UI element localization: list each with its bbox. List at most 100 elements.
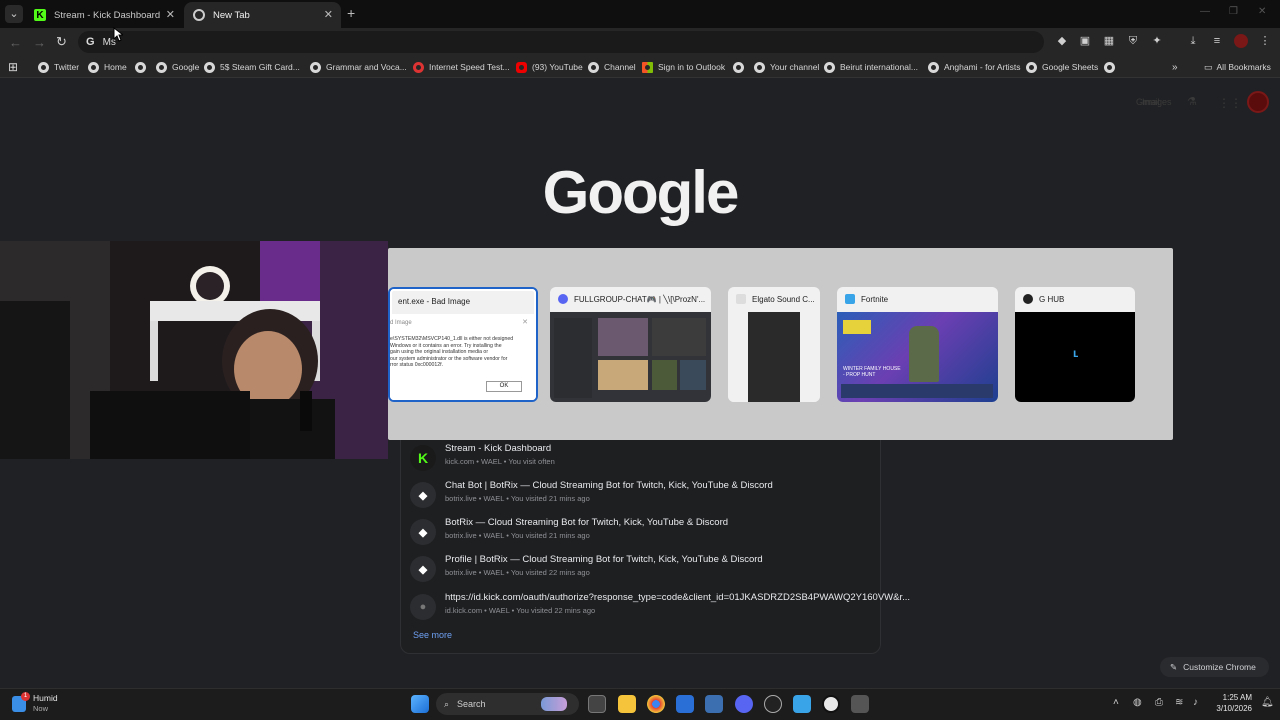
bookmark-grammar[interactable]: Grammar and Voca... xyxy=(310,60,407,74)
suggestion-row[interactable]: ◆ BotRix — Cloud Streaming Bot for Twitc… xyxy=(408,516,868,550)
ok-button[interactable]: OK xyxy=(486,381,522,392)
bookmark-outlook[interactable]: Sign in to Outlook xyxy=(642,60,725,74)
switcher-window-bad-image[interactable]: ent.exe - Bad Image d Image ✕ e\SYSTEM32… xyxy=(388,287,538,402)
switcher-window-discord[interactable]: FULLGROUP-CHAT🎮 | ╲\[\ProzN'... xyxy=(550,287,711,402)
wifi-icon[interactable]: ≋ xyxy=(1175,697,1183,708)
apps-grid-icon[interactable]: ⊞ xyxy=(8,60,18,74)
file-explorer-icon[interactable] xyxy=(618,695,636,713)
bookmark-youtube[interactable]: (93) YouTube xyxy=(516,60,583,74)
store-icon[interactable] xyxy=(676,695,694,713)
tab-kick-dashboard[interactable]: K Stream - Kick Dashboard ✕ xyxy=(25,2,183,28)
chevrons-right-icon[interactable]: » xyxy=(1172,60,1178,74)
close-icon[interactable]: ✕ xyxy=(324,8,333,21)
switcher-window-fortnite[interactable]: Fortnite WINTER FAMILY HOUSE - PROP HUNT xyxy=(837,287,998,402)
suggestion-row[interactable]: ◆ Chat Bot | BotRix — Cloud Streaming Bo… xyxy=(408,479,868,513)
task-view-icon[interactable] xyxy=(588,695,606,713)
switcher-window-ghub[interactable]: G HUB ʟ xyxy=(1015,287,1135,402)
switcher-window-elgato[interactable]: Elgato Sound C... xyxy=(728,287,820,402)
close-icon[interactable]: ✕ xyxy=(166,8,175,21)
maximize-icon[interactable]: ❐ xyxy=(1229,6,1238,17)
reading-list-icon[interactable]: ≡ xyxy=(1210,34,1224,48)
menu-kebab-icon[interactable]: ⋮ xyxy=(1258,34,1272,48)
extension-diamond-icon[interactable]: ◆ xyxy=(1055,34,1069,48)
tab-label: New Tab xyxy=(213,9,250,21)
taskbar-clock[interactable]: 1:25 AM 3/10/2026 xyxy=(1212,692,1252,714)
notifications-bell-icon[interactable]: 🔔︎ xyxy=(1261,697,1274,708)
bookmark-twitter[interactable]: Twitter xyxy=(38,60,79,74)
mouse-cursor-icon xyxy=(113,27,123,42)
bookmark-anghami[interactable]: Anghami - for Artists xyxy=(928,60,1021,74)
webcam-overlay xyxy=(0,241,388,459)
flask-icon[interactable]: ⚗ xyxy=(1187,95,1197,108)
bookmark-your-channel[interactable]: Your channel xyxy=(754,60,819,74)
chrome-taskbar-icon[interactable] xyxy=(647,695,665,713)
botrix-icon: ◆ xyxy=(410,519,436,545)
account-avatar[interactable] xyxy=(1247,91,1269,113)
globe-icon xyxy=(733,61,744,73)
obs-icon[interactable] xyxy=(764,695,782,713)
images-link[interactable]: Images xyxy=(1142,97,1172,107)
suggestion-row[interactable]: ◆ Profile | BotRix — Cloud Streaming Bot… xyxy=(408,553,868,587)
bookmark-blank-2[interactable] xyxy=(733,60,749,74)
back-button[interactable]: ← xyxy=(9,35,22,50)
taskbar-search[interactable]: ⌕ Search xyxy=(436,693,579,715)
globe-icon xyxy=(310,61,321,73)
minimize-icon[interactable]: — xyxy=(1200,6,1210,17)
see-more-link[interactable]: See more xyxy=(413,630,452,640)
microphone-icon[interactable]: ⎙ xyxy=(1155,697,1163,708)
chevron-up-icon[interactable]: ˄ xyxy=(1113,697,1119,708)
window-preview xyxy=(728,312,820,402)
bookmark-steam-gift[interactable]: 5$ Steam Gift Card... xyxy=(204,60,300,74)
tab-new-tab[interactable]: New Tab ✕ xyxy=(184,2,341,28)
extension-screen-icon[interactable]: ▣ xyxy=(1078,34,1092,48)
forward-button[interactable]: → xyxy=(33,35,46,50)
weather-badge: 1 xyxy=(21,692,30,701)
bookmark-beirut[interactable]: Beirut international... xyxy=(824,60,918,74)
new-tab-button[interactable]: + xyxy=(347,5,355,21)
shield-icon[interactable]: ⛨ xyxy=(1126,34,1140,48)
network-icon[interactable]: ◍ xyxy=(1133,697,1142,708)
address-bar[interactable]: G Ms xyxy=(78,31,1044,53)
elgato-icon xyxy=(736,294,746,304)
bookmark-home[interactable]: Home xyxy=(88,60,127,74)
ghub-taskbar-icon[interactable] xyxy=(822,695,840,713)
logitech-g-icon xyxy=(1023,294,1033,304)
suggestion-row[interactable]: ● https://id.kick.com/oauth/authorize?re… xyxy=(408,591,910,625)
speaker-icon[interactable]: ♪ xyxy=(1193,697,1198,708)
window-title: G HUB xyxy=(1015,287,1135,311)
extension-grid-icon[interactable]: ▦ xyxy=(1102,34,1116,48)
window-title: Fortnite xyxy=(837,287,998,311)
search-highlight-icon xyxy=(541,697,567,711)
bookmark-google[interactable]: Google xyxy=(156,60,199,74)
window-title: FULLGROUP-CHAT🎮 | ╲\[\ProzN'... xyxy=(550,287,711,311)
profile-avatar-icon[interactable] xyxy=(1234,34,1248,48)
google-icon xyxy=(156,61,167,73)
all-bookmarks[interactable]: ▭ All Bookmarks xyxy=(1204,60,1271,74)
google-apps-icon[interactable]: ⋮⋮ xyxy=(1218,96,1242,110)
discord-taskbar-icon[interactable] xyxy=(735,695,753,713)
window-title: ent.exe - Bad Image xyxy=(398,296,471,306)
folder-icon: ▭ xyxy=(1204,61,1213,72)
fortnite-taskbar-icon[interactable] xyxy=(793,695,811,713)
bookmark-blank-3[interactable] xyxy=(1104,60,1120,74)
speedtest-icon xyxy=(413,61,424,73)
download-icon[interactable]: ⤓ xyxy=(1186,34,1200,48)
bookmark-google-sheets[interactable]: Google Sheets xyxy=(1026,60,1098,74)
screen: ⌄ K Stream - Kick Dashboard ✕ New Tab ✕ … xyxy=(0,0,1280,720)
window-preview xyxy=(550,312,711,402)
tab-search-button[interactable]: ⌄ xyxy=(5,5,23,23)
weather-widget[interactable]: 1 Humid Now xyxy=(10,692,80,716)
app-icon-window[interactable] xyxy=(851,695,869,713)
globe-icon xyxy=(1104,61,1115,73)
bookmark-channel[interactable]: Channel xyxy=(588,60,636,74)
window-close-icon[interactable]: ✕ xyxy=(1258,6,1266,17)
bookmark-blank[interactable] xyxy=(135,60,151,74)
extensions-puzzle-icon[interactable]: ✦ xyxy=(1150,34,1164,48)
windows-start-icon[interactable] xyxy=(411,695,429,713)
bookmark-speedtest[interactable]: Internet Speed Test... xyxy=(413,60,510,74)
reload-button[interactable]: ↻ xyxy=(56,34,67,50)
app-icon-blue[interactable] xyxy=(705,695,723,713)
customize-chrome-button[interactable]: ✎ Customize Chrome xyxy=(1160,657,1269,677)
chrome-icon xyxy=(193,9,205,21)
suggestion-row[interactable]: K Stream - Kick Dashboard kick.com • WAE… xyxy=(408,442,868,476)
